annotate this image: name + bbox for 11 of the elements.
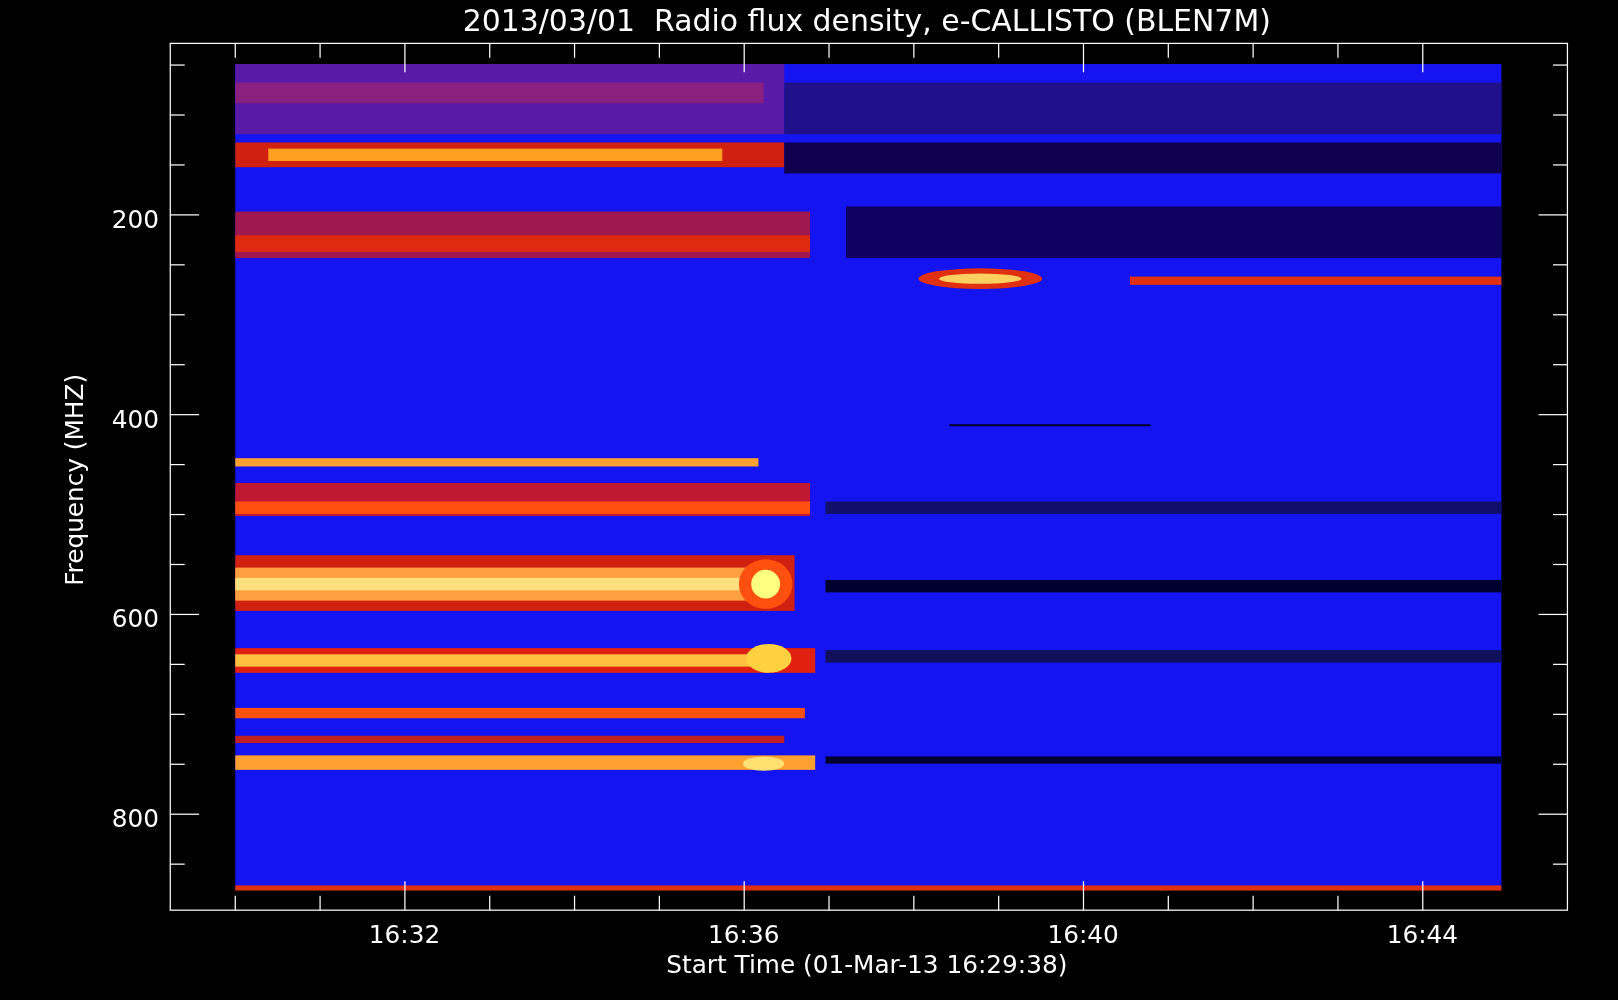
tick-label: 800: [111, 804, 159, 834]
tick-label: 16:32: [368, 920, 441, 950]
plot-title: 2013/03/01 Radio flux density, e-CALLISTO (BLEN7M): [462, 3, 1271, 38]
axis-label: Frequency (MHZ): [59, 373, 89, 586]
axis-label: Start Time (01-Mar-13 16:29:38): [666, 950, 1068, 980]
tick-label: 16:36: [708, 920, 780, 950]
tick-label: 16:44: [1386, 920, 1458, 950]
tick-label: 16:40: [1047, 920, 1119, 950]
tick-label: 600: [111, 604, 159, 634]
tick-label: 200: [111, 205, 159, 235]
tick-label: 400: [111, 404, 159, 434]
